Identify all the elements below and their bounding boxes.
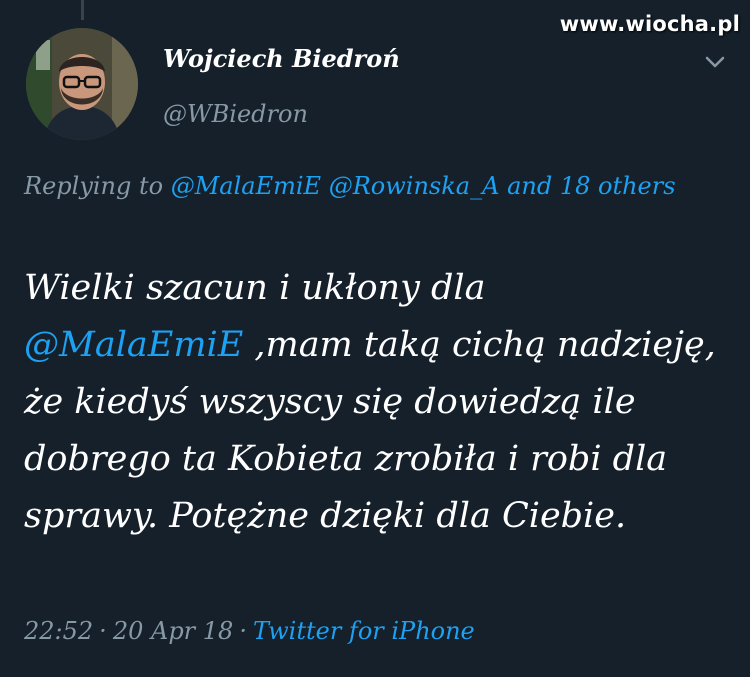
- tweet-time: 22:52: [24, 617, 94, 645]
- watermark: www.wiocha.pl: [559, 12, 740, 36]
- meta-separator: ·: [239, 617, 247, 645]
- reply-others-link[interactable]: and 18 others: [507, 172, 675, 200]
- replying-to-context: Replying to @MalaEmiE @Rowinska_A and 18…: [24, 166, 704, 206]
- thread-connector-line: [81, 0, 84, 20]
- avatar[interactable]: [26, 28, 138, 140]
- tweet-mention-link[interactable]: @MalaEmiE: [24, 325, 243, 365]
- tweet-meta: 22:52 · 20 Apr 18 · Twitter for iPhone: [24, 617, 475, 645]
- tweet-source-link[interactable]: Twitter for iPhone: [253, 617, 475, 645]
- avatar-photo: [26, 28, 138, 140]
- replying-to-label: Replying to: [24, 172, 164, 200]
- reply-mention-malaemie[interactable]: @MalaEmiE: [171, 172, 321, 200]
- meta-separator: ·: [99, 617, 107, 645]
- author-display-name[interactable]: Wojciech Biedroń: [163, 44, 400, 73]
- chevron-down-icon[interactable]: [700, 50, 730, 74]
- author-handle[interactable]: @WBiedron: [163, 100, 308, 128]
- tweet-date[interactable]: 20 Apr 18: [113, 617, 234, 645]
- reply-mention-rowinska[interactable]: @Rowinska_A: [329, 172, 500, 200]
- tweet-text-line-1: Wielki szacun i ukłony dla: [24, 268, 486, 308]
- tweet-text: Wielki szacun i ukłony dla @MalaEmiE ,ma…: [24, 260, 729, 545]
